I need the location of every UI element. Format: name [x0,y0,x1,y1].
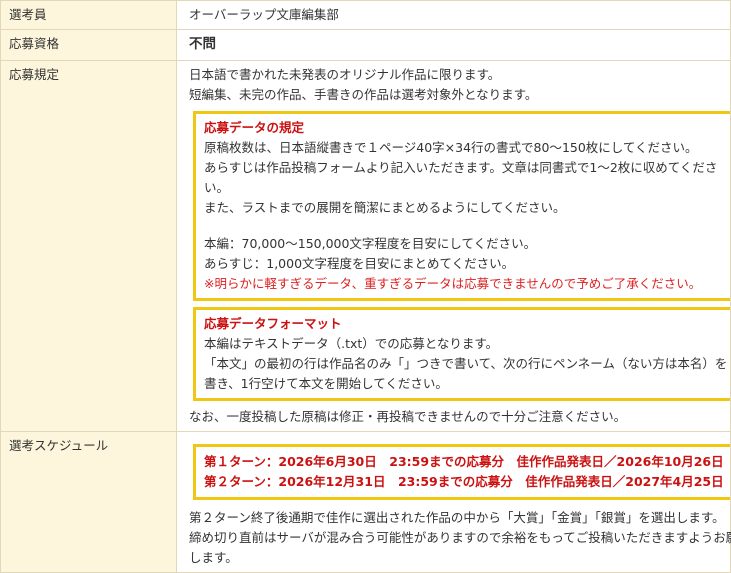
data-rules-box: 応募データの規定 原稿枚数は、日本語縦書きで１ページ40字×34行の書式で80〜… [193,110,731,301]
eligibility-value: 不問 [176,29,731,61]
format-line: 本編はテキストデータ（.txt）での応募となります。 [204,335,499,351]
requirements-table: 選考員 オーバーラップ文庫編集部 応募資格 不問 応募規定 日本語で書かれた未発… [0,0,731,573]
rules-intro-line: 日本語で書かれた未発表のオリジナル作品に限ります。 [189,66,501,82]
schedule-content: 第１ターン：2026年6月30日 23:59までの応募分 佳作作品発表日／202… [176,430,731,573]
rules-content: 日本語で書かれた未発表のオリジナル作品に限ります。 短編集、未完の作品、手書きの… [176,59,731,432]
judge-value: オーバーラップ文庫編集部 [176,0,731,30]
eligibility-row: 応募資格 不問 [0,29,731,61]
schedule-turn: 第２ターン：2026年12月31日 23:59までの応募分 佳作作品発表日／20… [204,473,724,489]
rules-intro-line: 短編集、未完の作品、手書きの作品は選考対象外となります。 [189,86,538,102]
data-rules-line: 原稿枚数は、日本語縦書きで１ページ40字×34行の書式で80〜150枚にしてくだ… [204,139,698,155]
schedule-row: 選考スケジュール 第１ターン：2026年6月30日 23:59までの応募分 佳作… [0,430,731,573]
format-title: 応募データフォーマット [204,315,342,331]
schedule-label: 選考スケジュール [0,430,177,573]
rules-label: 応募規定 [0,59,177,432]
schedule-box: 第１ターン：2026年6月30日 23:59までの応募分 佳作作品発表日／202… [193,443,731,500]
data-rules-line: また、ラストまでの展開を簡潔にまとめるようにしてください。 [204,199,566,215]
judge-label: 選考員 [0,0,177,30]
data-rules-title: 応募データの規定 [204,119,305,135]
schedule-after-line: 第２ターン終了後通期で佳作に選出された作品の中から「大賞」「金賞」「銀賞」を選出… [189,509,725,525]
judge-row: 選考員 オーバーラップ文庫編集部 [0,0,731,30]
format-line: 書き、1行空けて本文を開始してください。 [204,375,448,391]
data-rules-line: 本編：70,000〜150,000文字程度を目安にしてください。 [204,235,537,251]
format-line: 「本文」の最初の行は作品名のみ「」つきで書いて、次の行にペンネーム（ない方は本名… [204,355,728,371]
eligibility-label: 応募資格 [0,29,177,61]
data-rules-line: あらすじは作品投稿フォームより記入いただきます。文章は同書式で1〜2枚に収めてく… [204,159,718,175]
data-rules-line: あらすじ：1,000文字程度を目安にまとめてください。 [204,255,515,271]
rules-note: なお、一度投稿した原稿は修正・再投稿できませんので十分ご注意ください。 [189,408,627,424]
data-rules-warning: ※明らかに軽すぎるデータ、重すぎるデータは応募できませんので予めご了承ください。 [204,275,702,291]
rules-row: 応募規定 日本語で書かれた未発表のオリジナル作品に限ります。 短編集、未完の作品… [0,59,731,432]
schedule-after-line: します。 [189,549,238,565]
format-box: 応募データフォーマット 本編はテキストデータ（.txt）での応募となります。 「… [193,306,731,401]
data-rules-line: い。 [204,179,230,195]
schedule-after-line: 締め切り直前はサーバが混み合う可能性がありますので余裕をもってご投稿いただきます… [189,529,731,545]
schedule-turn: 第１ターン：2026年6月30日 23:59までの応募分 佳作作品発表日／202… [204,453,724,469]
